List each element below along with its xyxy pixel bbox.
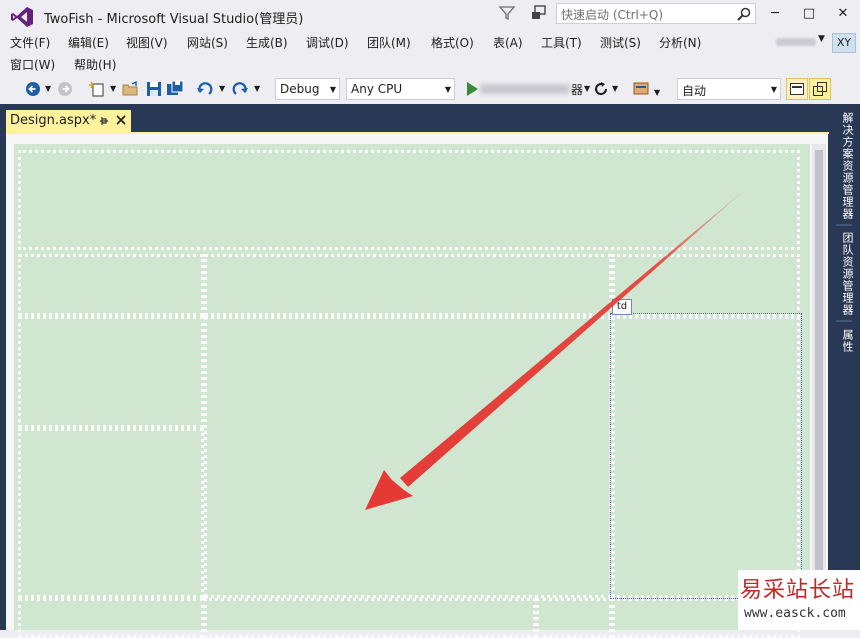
layout-table-cell[interactable] <box>18 316 204 428</box>
minimize-button[interactable]: ─ <box>758 3 792 25</box>
user-avatar[interactable]: XY <box>832 33 856 53</box>
redo-dropdown-icon[interactable]: ▼ <box>254 84 260 93</box>
forward-icon[interactable] <box>56 80 74 98</box>
menu-format[interactable]: 格式(O) <box>431 34 474 51</box>
chevron-down-icon: ▼ <box>770 85 777 94</box>
menu-debug[interactable]: 调试(D) <box>306 34 349 51</box>
layout-table-cell[interactable] <box>204 254 612 316</box>
open-folder-icon[interactable] <box>122 80 140 98</box>
new-dropdown-icon[interactable]: ▼ <box>110 84 116 93</box>
run-target-name[interactable] <box>480 84 570 94</box>
notification-filter-icon[interactable] <box>498 4 516 22</box>
quick-launch-input[interactable]: 快速启动 (Ctrl+Q) <box>556 3 756 24</box>
user-name[interactable] <box>776 38 816 46</box>
refresh-icon[interactable] <box>592 80 610 98</box>
run-dropdown-icon[interactable]: ▼ <box>584 84 590 93</box>
menu-test[interactable]: 测试(S) <box>600 34 641 51</box>
document-tab-design-aspx[interactable]: Design.aspx* <box>6 110 131 132</box>
platform-value: Any CPU <box>351 82 403 96</box>
zoom-value: 自动 <box>682 84 707 98</box>
refresh-dropdown-icon[interactable]: ▼ <box>612 84 618 93</box>
menu-view[interactable]: 视图(V) <box>126 34 168 51</box>
platform-select[interactable]: Any CPU ▼ <box>346 78 455 100</box>
configuration-value: Debug <box>280 82 320 96</box>
back-icon[interactable] <box>24 80 42 98</box>
layout-table-cell[interactable] <box>204 598 536 638</box>
undo-icon[interactable] <box>196 80 214 98</box>
layout-table-cell[interactable] <box>18 428 204 598</box>
window-title: TwoFish - Microsoft Visual Studio(管理员) <box>44 12 304 27</box>
layout-table-cell[interactable] <box>18 598 204 638</box>
watermark-title: 易采站长站 <box>740 578 856 603</box>
chevron-down-icon[interactable]: ▼ <box>818 34 825 44</box>
side-tab-properties[interactable]: 属性 <box>833 326 855 356</box>
menu-team[interactable]: 团队(M) <box>367 34 411 51</box>
layout-table-cell[interactable] <box>18 150 800 250</box>
chevron-down-icon: ▼ <box>444 85 451 94</box>
watermark: 易采站长站 www.easck.com <box>738 570 860 630</box>
toolbar-overflow-icon[interactable]: ▼ <box>654 88 660 97</box>
menu-tools[interactable]: 工具(T) <box>541 34 582 51</box>
run-target-suffix: 器 <box>571 83 584 97</box>
close-icon[interactable] <box>114 113 128 127</box>
selected-cell-outline[interactable] <box>610 313 802 599</box>
chevron-down-icon: ▼ <box>329 85 336 94</box>
design-view-icon <box>790 83 804 95</box>
menu-file[interactable]: 文件(F) <box>10 34 50 51</box>
menu-build[interactable]: 生成(B) <box>246 34 288 51</box>
restore-button[interactable]: □ <box>792 3 826 25</box>
side-tab-divider <box>836 224 852 226</box>
menu-table[interactable]: 表(A) <box>493 34 523 51</box>
quick-launch-placeholder: 快速启动 (Ctrl+Q) <box>561 8 664 22</box>
menu-analyze[interactable]: 分析(N) <box>659 34 701 51</box>
save-icon[interactable] <box>145 80 163 98</box>
undo-dropdown-icon[interactable]: ▼ <box>219 84 225 93</box>
menu-edit[interactable]: 编辑(E) <box>68 34 109 51</box>
menu-window[interactable]: 窗口(W) <box>10 56 55 73</box>
search-icon[interactable] <box>736 6 752 22</box>
new-project-icon[interactable] <box>88 80 106 98</box>
menu-help[interactable]: 帮助(H) <box>74 56 116 73</box>
split-view-button[interactable] <box>809 78 831 100</box>
side-tab-divider <box>836 320 852 322</box>
back-dropdown-icon[interactable]: ▼ <box>45 84 51 93</box>
document-tab-label: Design.aspx* <box>10 113 97 128</box>
layout-table-cell[interactable] <box>536 598 612 638</box>
design-view-button[interactable] <box>786 78 808 100</box>
redo-icon[interactable] <box>231 80 249 98</box>
side-tab-team-explorer[interactable]: 团队资源管理器 <box>833 230 855 318</box>
selected-tag-label[interactable]: td <box>612 299 632 315</box>
save-all-icon[interactable] <box>166 80 184 98</box>
side-tab-solution-explorer[interactable]: 解决方案资源管理器 <box>833 110 855 222</box>
layout-table-cell[interactable] <box>612 254 800 316</box>
layout-table-cell[interactable] <box>204 316 612 598</box>
configuration-select[interactable]: Debug ▼ <box>275 78 340 100</box>
start-icon[interactable] <box>463 80 481 98</box>
visual-studio-logo-icon <box>11 7 33 27</box>
feedback-icon[interactable] <box>530 4 548 22</box>
scrollbar-thumb[interactable] <box>815 150 823 630</box>
split-view-icon <box>813 82 827 96</box>
menu-website[interactable]: 网站(S) <box>187 34 228 51</box>
close-window-button[interactable]: ✕ <box>826 3 860 25</box>
watermark-url: www.easck.com <box>744 606 846 621</box>
layout-table-cell[interactable] <box>18 254 204 316</box>
zoom-select[interactable]: 自动 ▼ <box>677 78 781 100</box>
browser-link-icon[interactable] <box>632 80 650 98</box>
pin-icon[interactable] <box>98 114 110 128</box>
